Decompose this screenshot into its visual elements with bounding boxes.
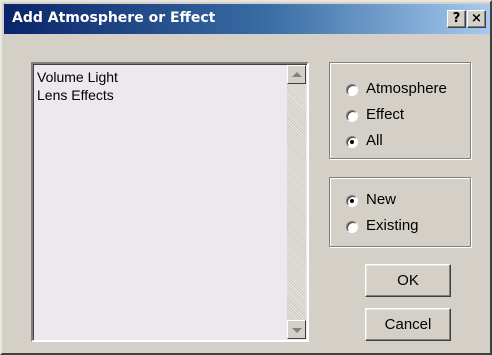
radio-label: Existing bbox=[366, 217, 419, 234]
title-bar[interactable]: Add Atmosphere or Effect ? × bbox=[4, 4, 490, 34]
radio-selected-dot-icon bbox=[350, 140, 354, 144]
window-title: Add Atmosphere or Effect bbox=[12, 10, 216, 26]
radio-circle-icon[interactable] bbox=[346, 110, 358, 122]
type-filter-group: Atmosphere Effect All bbox=[329, 62, 471, 159]
mode-group: New Existing bbox=[329, 177, 471, 247]
radio-circle-icon[interactable] bbox=[346, 221, 358, 233]
list-item-volume-light[interactable]: Volume Light bbox=[37, 68, 118, 86]
ok-button[interactable]: OK bbox=[365, 264, 451, 297]
effects-list[interactable]: Volume Light Lens Effects bbox=[31, 62, 309, 342]
add-atmosphere-dialog: Add Atmosphere or Effect ? × Volume Ligh… bbox=[0, 0, 492, 355]
close-button[interactable]: × bbox=[467, 10, 486, 28]
radio-selected-dot-icon bbox=[350, 199, 354, 203]
list-item-lens-effects[interactable]: Lens Effects bbox=[37, 86, 118, 104]
radio-label: Atmosphere bbox=[366, 80, 447, 97]
radio-label: Effect bbox=[366, 106, 405, 123]
radio-label: New bbox=[366, 191, 397, 208]
list-scrollbar[interactable] bbox=[287, 65, 306, 339]
arrow-down-icon bbox=[292, 328, 302, 333]
radio-circle-icon[interactable] bbox=[346, 136, 358, 148]
radio-circle-icon[interactable] bbox=[346, 84, 358, 96]
scroll-down-button[interactable] bbox=[287, 320, 306, 339]
scroll-up-button[interactable] bbox=[287, 65, 306, 84]
radio-label: All bbox=[366, 132, 383, 149]
cancel-button[interactable]: Cancel bbox=[365, 308, 451, 341]
help-button[interactable]: ? bbox=[447, 10, 466, 28]
arrow-up-icon bbox=[292, 72, 302, 77]
radio-circle-icon[interactable] bbox=[346, 195, 358, 207]
